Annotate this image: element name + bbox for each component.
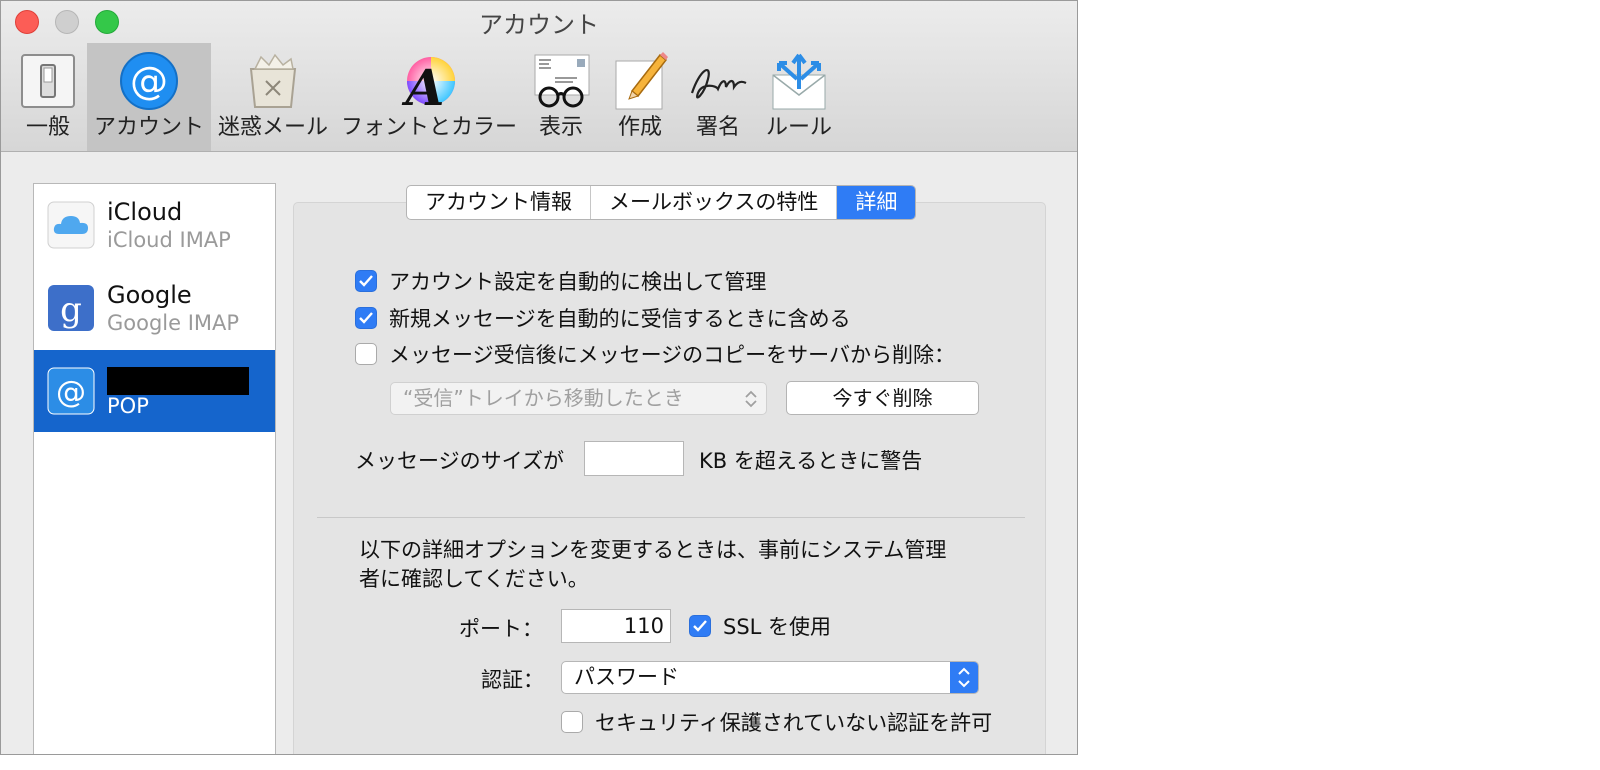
checkmark-icon — [359, 312, 373, 324]
include-fetch-label: 新規メッセージを自動的に受信するときに含める — [389, 307, 851, 331]
svg-text:@: @ — [56, 375, 86, 410]
auto-detect-checkbox[interactable] — [355, 270, 377, 292]
auto-detect-row: アカウント設定を自動的に検出して管理 — [355, 266, 766, 296]
account-list[interactable]: iCloud iCloud IMAP g Google Google IMAP … — [33, 183, 276, 754]
toolbar-general[interactable]: 一般 — [15, 43, 81, 151]
toolbar-composing[interactable]: 作成 — [605, 43, 675, 151]
auth-popup-stepper — [950, 662, 978, 693]
include-fetch-checkbox[interactable] — [355, 307, 377, 329]
port-label: ポート： — [459, 617, 543, 641]
toolbar-signatures-label: 署名 — [695, 115, 740, 140]
account-name: Google — [107, 281, 192, 309]
toolbar-accounts[interactable]: @ アカウント — [87, 43, 211, 151]
signature-icon — [690, 68, 747, 99]
remove-when-popup[interactable]: “受信”トレイから移動したとき — [390, 382, 767, 415]
remove-now-button[interactable]: 今すぐ削除 — [786, 381, 979, 415]
remove-copy-label: メッセージ受信後にメッセージのコピーをサーバから削除： — [389, 343, 955, 367]
general-switch-icon — [21, 54, 75, 108]
ssl-row: SSL を使用 — [689, 611, 831, 641]
junk-trash-icon — [249, 53, 297, 108]
svg-text:g: g — [60, 290, 82, 330]
ssl-checkbox[interactable] — [689, 615, 711, 637]
auth-label: 認証： — [481, 668, 544, 692]
tab-bar: アカウント情報 メールボックスの特性 詳細 — [406, 185, 917, 220]
separator — [317, 517, 1025, 518]
checkmark-icon — [359, 275, 373, 287]
auth-value: パスワード — [574, 665, 679, 689]
include-fetch-row: 新規メッセージを自動的に受信するときに含める — [355, 303, 851, 333]
at-sign-icon: @ — [47, 367, 95, 415]
auth-popup[interactable]: パスワード — [561, 661, 979, 694]
notice-line-1: 以下の詳細オプションを変更するときは、事前にシステム管理 — [359, 538, 947, 562]
size-warning-suffix: KB を超えるときに警告 — [699, 449, 923, 473]
remove-copy-checkbox[interactable] — [355, 343, 377, 365]
remove-copy-row: メッセージ受信後にメッセージのコピーをサーバから削除： — [355, 339, 955, 369]
auto-detect-label: アカウント設定を自動的に検出して管理 — [389, 270, 767, 294]
notice-line-2: 者に確認してください。 — [359, 567, 589, 591]
glasses-icon — [534, 54, 590, 108]
account-name: iCloud — [107, 198, 183, 226]
svg-text:@: @ — [130, 59, 168, 103]
size-warning-input[interactable] — [584, 441, 684, 476]
account-row-icloud[interactable]: iCloud iCloud IMAP — [34, 184, 275, 266]
toolbar-rules[interactable]: ルール — [761, 43, 837, 151]
content-area: iCloud iCloud IMAP g Google Google IMAP … — [1, 152, 1077, 754]
toolbar-fonts-colors[interactable]: A フォントとカラー — [341, 43, 517, 151]
size-warning-prefix: メッセージのサイズが — [355, 449, 564, 473]
allow-insecure-row: セキュリティ保護されていない認証を許可 — [561, 707, 992, 737]
checkmark-icon — [693, 620, 707, 632]
toolbar-viewing[interactable]: 表示 — [525, 43, 597, 151]
toolbar-signatures[interactable]: 署名 — [683, 43, 753, 151]
toolbar-accounts-label: アカウント — [93, 115, 204, 140]
updown-chevron-icon — [745, 390, 757, 408]
port-field[interactable]: 110 — [561, 609, 671, 643]
tab-advanced[interactable]: 詳細 — [837, 186, 916, 219]
preferences-window: アカウント 一般 @ アカウント 迷惑メール A フォントとカラー 表示 作成 … — [0, 0, 1078, 755]
toolbar: アカウント 一般 @ アカウント 迷惑メール A フォントとカラー 表示 作成 … — [1, 1, 1077, 152]
toolbar-rules-label: ルール — [765, 115, 832, 140]
toolbar-fonts-colors-label: フォントとカラー — [341, 115, 518, 140]
window-title: アカウント — [479, 11, 599, 39]
account-type: Google IMAP — [107, 311, 240, 335]
toolbar-general-label: 一般 — [25, 115, 70, 140]
google-icon: g — [48, 285, 94, 331]
tab-account-info[interactable]: アカウント情報 — [407, 186, 591, 219]
account-row-pop[interactable]: @ POP — [34, 350, 275, 432]
remove-when-value: “受信”トレイから移動したとき — [403, 386, 684, 410]
ssl-label: SSL を使用 — [723, 615, 832, 639]
envelope-arrows-icon — [772, 53, 826, 110]
updown-chevron-icon — [958, 667, 970, 688]
allow-insecure-checkbox[interactable] — [561, 711, 583, 733]
allow-insecure-label: セキュリティ保護されていない認証を許可 — [595, 711, 993, 735]
toolbar-junk-label: 迷惑メール — [217, 115, 328, 140]
icloud-icon — [47, 201, 95, 249]
tab-mailbox-behaviors[interactable]: メールボックスの特性 — [591, 186, 838, 219]
toolbar-composing-label: 作成 — [617, 115, 662, 140]
toolbar-viewing-label: 表示 — [538, 115, 583, 140]
account-row-google[interactable]: g Google Google IMAP — [34, 267, 275, 349]
font-color-icon: A — [402, 57, 455, 113]
at-sign-icon: @ — [120, 52, 178, 110]
account-type: POP — [107, 394, 149, 418]
pencil-paper-icon — [615, 52, 668, 110]
toolbar-junk[interactable]: 迷惑メール — [215, 43, 331, 151]
account-type: iCloud IMAP — [107, 228, 231, 252]
svg-text:A: A — [402, 58, 445, 113]
redacted-account-name — [107, 367, 249, 395]
